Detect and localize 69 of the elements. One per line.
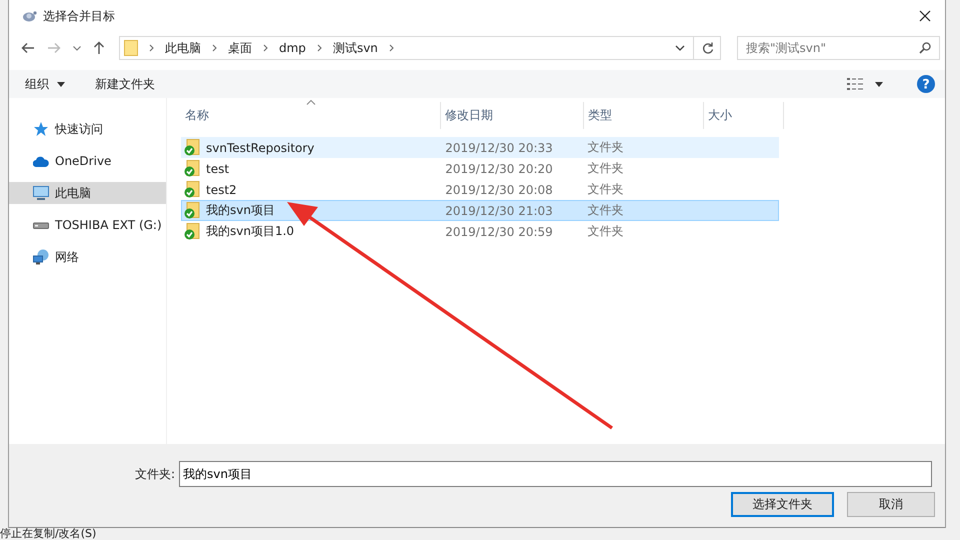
breadcrumb-item[interactable]: dmp (279, 41, 306, 55)
table-cell-text: 2019/12/30 20:20 (444, 162, 554, 176)
up-arrow-icon[interactable] (93, 41, 105, 55)
file-row[interactable]: test 2019/12/30 20:20 文件夹 (181, 158, 779, 179)
table-cell-text: 2019/12/30 21:03 (444, 204, 554, 218)
column-header[interactable]: 类型 (584, 102, 704, 129)
organize-menu-button[interactable]: 组织 (19, 74, 71, 94)
caret-icon (57, 82, 65, 86)
column-header[interactable]: 修改日期 (441, 102, 584, 129)
navigation-item[interactable]: TOSHIBA EXT (G:) (9, 214, 166, 236)
cancel-button[interactable]: 取消 (847, 492, 935, 517)
breadcrumb-item[interactable]: 测试svn (332, 40, 378, 56)
file-name: svnTestRepository (206, 140, 314, 154)
folder-name-field[interactable]: 我的svn项目 (179, 461, 932, 487)
view-options-icon[interactable] (847, 78, 863, 90)
table-cell-text: 文件夹 (586, 139, 624, 156)
select-folder-button[interactable]: 选择文件夹 (731, 492, 834, 517)
file-row[interactable]: test2 2019/12/30 20:08 文件夹 (181, 179, 779, 200)
file-name: test (206, 162, 230, 176)
chevron-icon (149, 44, 154, 52)
drive-icon (33, 221, 49, 229)
file-row[interactable]: 我的svn项目 2019/12/30 21:03 文件夹 (181, 200, 779, 221)
caret-icon[interactable] (875, 82, 883, 86)
table-cell-text: 2019/12/30 20:08 (444, 182, 554, 196)
folder-checkmark-icon (184, 160, 200, 177)
chevron-icon (388, 44, 394, 52)
cloud-icon (33, 156, 49, 166)
table-cell-text: 文件夹 (586, 181, 624, 198)
chevron-icon (263, 44, 268, 52)
table-cell-text: 2019/12/30 20:33 (444, 140, 554, 154)
table-cell-text: 文件夹 (586, 160, 624, 177)
file-name: 我的svn项目 (206, 202, 275, 219)
search-icon (919, 42, 931, 54)
window-title: 选择合并目标 (43, 8, 115, 24)
table-cell-text: 文件夹 (586, 223, 624, 240)
monitor-icon (33, 186, 49, 200)
file-name: 我的svn项目1.0 (206, 223, 294, 240)
folder-label: 文件夹: (134, 466, 176, 482)
help-icon[interactable]: ? (917, 75, 935, 93)
column-header[interactable]: 名称 (181, 102, 441, 129)
star-icon (33, 121, 49, 137)
column-header[interactable]: 大小 (704, 102, 784, 129)
navigation-item[interactable]: 网络 (9, 246, 166, 268)
breadcrumb-item[interactable]: 桌面 (228, 40, 252, 56)
back-arrow-icon[interactable] (21, 42, 35, 54)
network-icon (33, 249, 49, 265)
table-cell-text: 文件夹 (586, 202, 624, 219)
search-box[interactable]: 搜索"测试svn" (737, 36, 940, 60)
refresh-icon[interactable] (702, 42, 714, 54)
breadcrumb-item[interactable]: 此电脑 (165, 40, 201, 56)
folder-icon (124, 40, 138, 56)
navigation-item[interactable]: 此电脑 (9, 182, 166, 204)
close-icon[interactable] (919, 10, 931, 22)
chevron-icon (212, 44, 217, 52)
folder-checkmark-icon (184, 181, 200, 198)
dropdown-caret-icon[interactable] (675, 45, 685, 51)
file-name: test2 (206, 182, 237, 196)
table-cell-text: 2019/12/30 20:59 (444, 224, 554, 238)
folder-checkmark-icon (184, 223, 200, 240)
navigation-item[interactable]: 快速访问 (9, 118, 166, 140)
file-row[interactable]: 我的svn项目1.0 2019/12/30 20:59 文件夹 (181, 221, 779, 242)
navigation-item[interactable]: OneDrive (9, 150, 166, 172)
new-folder-button[interactable]: 新建文件夹 (89, 74, 161, 94)
file-row[interactable]: svnTestRepository 2019/12/30 20:33 文件夹 (181, 137, 779, 158)
folder-checkmark-icon (184, 202, 200, 219)
address-field[interactable]: 此电脑 桌面 dmp 测试svn (119, 36, 721, 60)
folder-checkmark-icon (184, 139, 200, 156)
chevron-icon (316, 44, 322, 52)
status-text: 停止在复制/改名(S) (0, 528, 96, 540)
